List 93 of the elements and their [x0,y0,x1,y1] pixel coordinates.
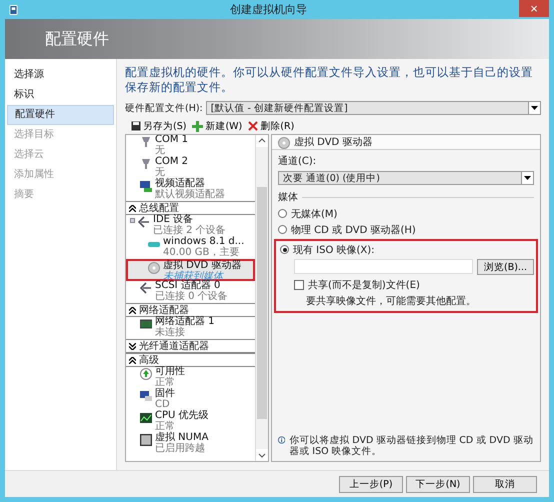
dropdown-arrow-icon [531,106,538,110]
section-header[interactable]: 网络适配器 [126,303,255,317]
item-detail: CD [155,400,171,410]
iso-path-field[interactable] [294,259,473,274]
item-name: 虚拟 NUMA [155,433,208,443]
dropdown-arrow-icon [524,176,531,180]
item-detail: 正常 [155,378,176,388]
chevron-icon [129,342,136,350]
item-name: 视频适配器 [155,179,206,189]
item-detail: 40.00 GB，主要 [163,248,240,258]
item-detail: 已连接 0 个设备 [155,292,228,302]
chart-icon [140,412,152,424]
radio-label: 无媒体(M) [291,208,338,220]
hardware-item[interactable]: 视频适配器 默认视频适配器 [126,179,255,201]
item-name: 可用性 [155,367,185,377]
channel-dropdown[interactable]: 次要 通道(0) (使用中) [278,171,534,185]
save-icon [131,121,141,131]
port-icon [140,158,152,170]
description: 配置虚拟机的硬件。你可以从硬件配置文件导入设置，也可以基于自己的设置保存新的配置文件。 [125,65,534,95]
monitor-icon [140,180,152,192]
radio-label: 物理 CD 或 DVD 驱动器(H) [291,224,416,236]
chip-icon [140,390,152,402]
hardware-item[interactable]: windows 8.1 d... 40.00 GB，主要 [126,237,255,259]
item-name: SCSI 适配器 0 [155,281,220,291]
share-note: 要共享映像文件，可能需要其他配置。 [305,294,477,308]
profile-label: 硬件配置文件(H): [125,102,203,114]
info-icon [278,435,286,445]
wizard-button[interactable]: 取消 [473,476,537,492]
disc-icon [148,262,160,274]
hardware-item[interactable]: COM 2 无 [126,157,255,179]
hardware-item[interactable]: 固件 CD [126,389,255,411]
profile-dropdown[interactable]: [默认值 - 创建新硬件配置设置] [206,101,541,115]
checkbox-label: 共享(而不是复制)文件(E) [308,278,420,292]
toolbar-button[interactable]: 删除(R) [248,120,294,132]
toolbar-button[interactable]: 另存为(S) [131,120,186,132]
item-detail: 未连接 [155,328,186,338]
delete-icon [248,121,258,131]
item-name: windows 8.1 d... [163,237,244,247]
app-icon [9,4,18,16]
wizard-button[interactable]: 下一步(N) [406,476,470,492]
item-detail: 未捕获到媒体 [163,272,225,282]
nav-item[interactable]: 配置硬件 [7,105,114,125]
radio-button[interactable] [278,225,287,234]
connector-icon [140,282,152,294]
toolbar-button[interactable]: 新建(W) [192,120,242,132]
channel-label: 通道(C): [278,154,318,168]
window-title: 创建虚拟机向导 [229,2,308,17]
item-name: COM 2 [155,157,188,167]
close-button[interactable]: × [519,0,549,17]
hardware-item[interactable]: SCSI 适配器 0 已连接 0 个设备 [126,281,255,303]
item-name: 虚拟 DVD 驱动器 [163,261,242,271]
nav-item[interactable]: 选择源 [7,65,114,85]
hardware-item[interactable]: IDE 设备 已连接 2 个设备 [126,215,255,237]
item-detail: 默认视频适配器 [155,190,225,200]
hardware-item[interactable]: CPU 优先级 正常 [126,411,255,433]
item-name: IDE 设备 [153,215,194,225]
scroll-down-icon[interactable] [256,449,268,461]
wizard-button[interactable]: 上一步(P) [339,476,403,492]
hardware-item[interactable]: 网络适配器 1 未连接 [126,317,255,339]
chevron-icon [129,306,136,314]
connector-icon [138,216,150,228]
radio-button[interactable] [280,245,289,254]
port-icon [140,136,152,148]
section-header[interactable]: 总线配置 [126,201,255,215]
chevron-icon [129,204,136,212]
section-header[interactable]: 高级 [126,353,255,367]
hardware-item[interactable]: 虚拟 DVD 驱动器 未捕获到媒体 [126,259,255,281]
collapse-icon [130,218,135,223]
item-detail: 已连接 2 个设备 [153,226,226,236]
item-detail: 已启用跨越 [155,444,206,454]
item-detail: 无 [155,168,166,178]
hardware-item[interactable]: 虚拟 NUMA 已启用跨越 [126,433,255,455]
item-name: 网络适配器 1 [155,317,215,327]
nav-item[interactable]: 标识 [7,85,114,105]
browse-button[interactable]: 浏览(B)... [477,259,534,275]
plus-icon [192,120,204,132]
radio-label: 现有 ISO 映像(X): [293,244,375,256]
media-label: 媒体 [278,191,298,204]
up-arrow-icon [140,368,152,380]
hardware-item[interactable]: 可用性 正常 [126,367,255,389]
scrollbar[interactable] [255,135,268,461]
chevron-icon [129,356,136,364]
item-detail: 正常 [155,422,176,432]
item-detail: 无 [155,146,166,156]
section-header[interactable]: 光纤通道适配器 [126,339,255,353]
scroll-up-icon[interactable] [256,135,268,147]
checkbox[interactable] [294,280,304,290]
panel-title: 虚拟 DVD 驱动器 [294,136,372,149]
item-name: CPU 优先级 [155,411,209,421]
radio-button[interactable] [278,209,287,218]
info-text: 你可以将虚拟 DVD 驱动器链接到物理 CD 或 DVD 驱动器或 ISO 映像文件。 [289,435,534,457]
item-name: 固件 [155,389,175,400]
page-title: 配置硬件 [45,28,109,50]
